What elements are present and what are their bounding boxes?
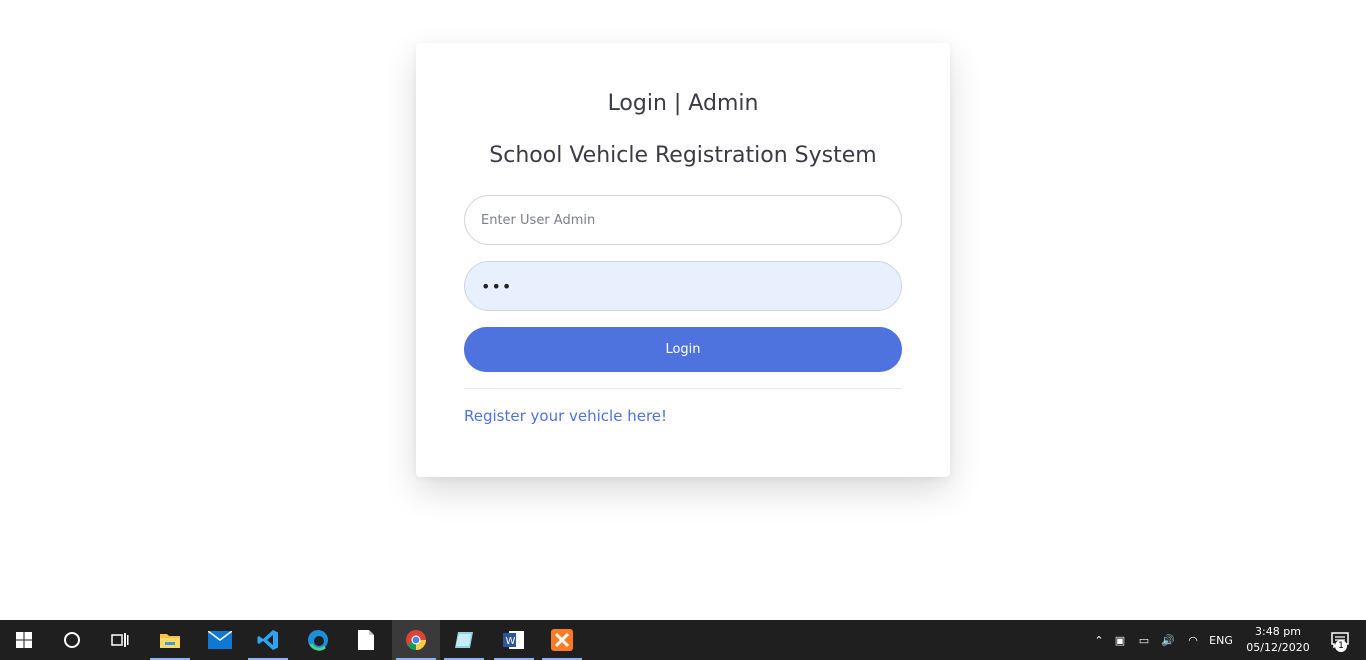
login-button[interactable]: Login (464, 327, 902, 372)
battery-icon[interactable]: ▭ (1132, 634, 1156, 647)
cortana-icon (64, 632, 80, 648)
edge-icon (308, 630, 328, 651)
page-title: Login | Admin (607, 91, 759, 116)
mail-icon (208, 631, 232, 649)
taskbar-app[interactable] (440, 620, 488, 660)
xampp-icon (551, 629, 573, 651)
notification-count-badge: 1 (1335, 640, 1347, 652)
divider (464, 388, 902, 389)
chrome-icon (406, 630, 427, 651)
svg-text:W: W (506, 636, 516, 647)
meet-now-icon[interactable]: ▣ (1108, 634, 1132, 647)
taskbar-xampp[interactable] (538, 620, 586, 660)
clock-date: 05/12/2020 (1246, 641, 1310, 654)
notepad-icon (358, 630, 374, 650)
taskbar-file-explorer[interactable] (146, 620, 194, 660)
windows-taskbar: W ⌃ ▣ ▭ 🔊 ◠ ENG 3:48 pm 05/12/2020 1 (0, 620, 1366, 660)
taskbar-edge[interactable] (294, 620, 342, 660)
taskbar-word[interactable]: W (490, 620, 538, 660)
password-input[interactable] (464, 261, 902, 311)
clock-time: 3:48 pm (1255, 625, 1301, 638)
cortana-button[interactable] (48, 620, 96, 660)
system-tray: ⌃ ▣ ▭ 🔊 ◠ ENG (1090, 620, 1236, 660)
clock[interactable]: 3:48 pm 05/12/2020 (1238, 624, 1318, 656)
login-card: Login | Admin School Vehicle Registratio… (416, 43, 950, 477)
language-indicator[interactable]: ENG (1206, 634, 1236, 647)
login-page: Login | Admin School Vehicle Registratio… (0, 0, 1366, 620)
username-input[interactable] (464, 195, 902, 245)
start-button[interactable] (0, 620, 48, 660)
file-explorer-icon (160, 634, 180, 648)
word-icon: W (503, 631, 524, 649)
windows-start-icon (16, 632, 32, 648)
chevron-up-icon[interactable]: ⌃ (1090, 634, 1108, 647)
taskbar-file[interactable] (342, 620, 390, 660)
taskbar-vscode[interactable] (244, 620, 292, 660)
register-vehicle-link[interactable]: Register your vehicle here! (464, 407, 667, 425)
notebook-icon (455, 632, 473, 648)
vscode-icon (257, 630, 278, 650)
wifi-icon[interactable]: ◠ (1180, 634, 1206, 647)
task-view-button[interactable] (96, 620, 144, 660)
taskbar-chrome[interactable] (392, 620, 440, 660)
task-view-icon (111, 633, 129, 647)
volume-icon[interactable]: 🔊 (1156, 634, 1180, 647)
taskbar-mail[interactable] (196, 620, 244, 660)
system-name: School Vehicle Registration System (489, 143, 877, 168)
